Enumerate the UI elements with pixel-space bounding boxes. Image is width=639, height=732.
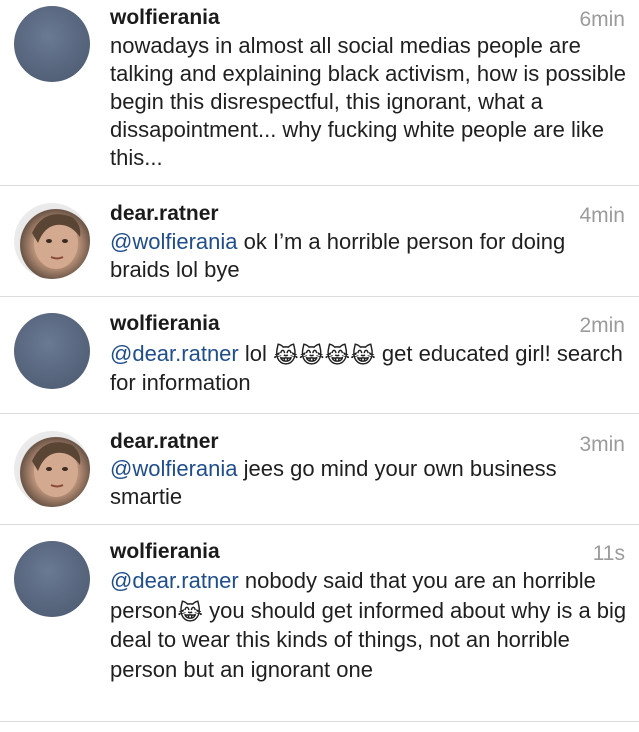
comment-item: dear.ratner 4min @wolfierania ok I’m a h… [0, 186, 639, 297]
mention-link[interactable]: @dear.ratner [110, 568, 239, 593]
mention-link[interactable]: @wolfierania [110, 229, 238, 254]
profile-photo-icon [32, 214, 81, 269]
comment-timestamp: 4min [579, 204, 625, 227]
avatar[interactable] [14, 313, 90, 389]
comment-item: wolfierania 11s @dear.ratner nobody said… [0, 525, 639, 722]
comment-item: wolfierania 6min nowadays in almost all … [0, 0, 639, 186]
comment-text-content: nowadays in almost all social medias peo… [110, 33, 627, 170]
comment-username[interactable]: dear.ratner [110, 202, 219, 226]
profile-photo-icon [32, 442, 81, 497]
comment-text-content: lol [238, 341, 273, 366]
crescent-moon-icon [47, 341, 57, 361]
comment-list: wolfierania 6min nowadays in almost all … [0, 0, 639, 722]
comment-text: nowadays in almost all social medias peo… [110, 32, 627, 172]
comment-text: @dear.ratner lol 😹😹😹😹 get educated girl!… [110, 339, 627, 397]
avatar[interactable] [14, 431, 90, 507]
avatar[interactable] [14, 541, 90, 617]
mention-link[interactable]: @wolfierania [110, 456, 238, 481]
comment-item: wolfierania 2min @dear.ratner lol 😹😹😹😹 g… [0, 297, 639, 414]
comment-timestamp: 6min [579, 8, 625, 31]
laughing-cat-emoji-icon: 😹😹😹😹 [272, 343, 376, 368]
crescent-moon-icon [47, 569, 57, 589]
laughing-cat-emoji-icon: 😹 [177, 599, 203, 625]
comment-username[interactable]: wolfierania [110, 6, 220, 30]
mention-link[interactable]: @dear.ratner [110, 341, 239, 366]
avatar[interactable] [14, 6, 90, 82]
comment-timestamp: 11s [592, 542, 625, 565]
comment-username[interactable]: wolfierania [110, 540, 220, 564]
avatar[interactable] [14, 203, 90, 279]
comment-username[interactable]: wolfierania [110, 312, 220, 336]
comment-text: @dear.ratner nobody said that you are an… [110, 566, 627, 684]
crescent-moon-icon [47, 34, 57, 54]
comment-timestamp: 3min [579, 433, 625, 456]
comment-text: @wolfierania ok I’m a horrible person fo… [110, 228, 627, 284]
comment-username[interactable]: dear.ratner [110, 430, 219, 454]
comment-timestamp: 2min [579, 314, 625, 337]
comment-item: dear.ratner 3min @wolfierania jees go mi… [0, 414, 639, 525]
comment-text: @wolfierania jees go mind your own busin… [110, 455, 627, 511]
